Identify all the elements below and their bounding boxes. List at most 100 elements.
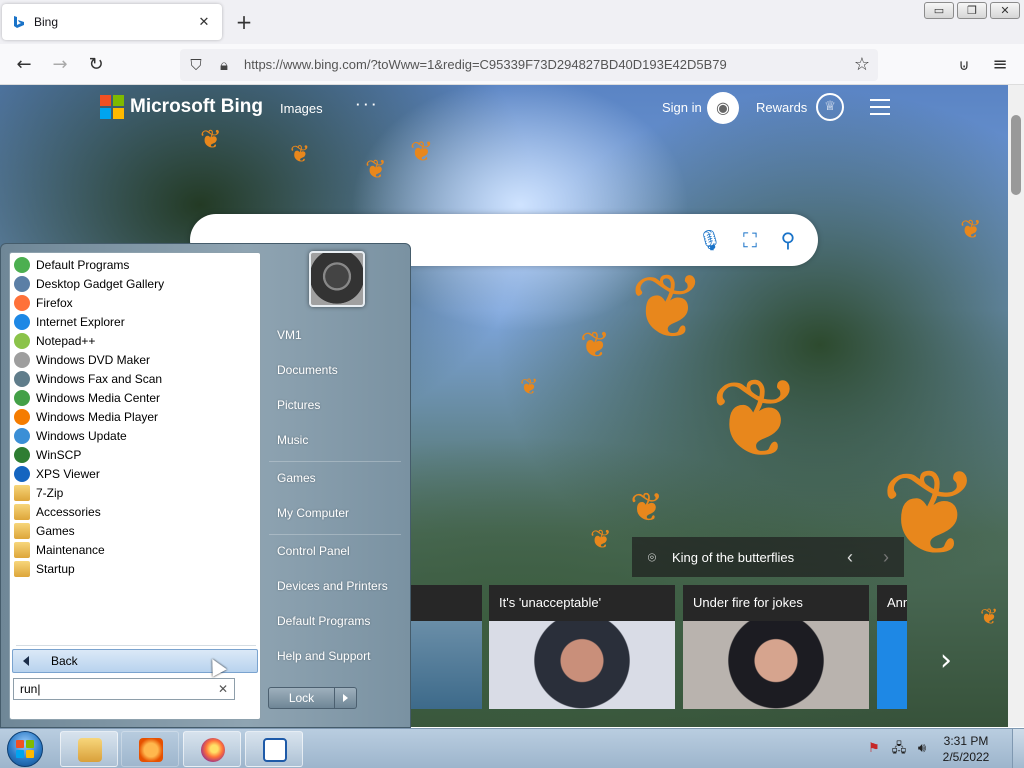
new-tab-button[interactable]: + xyxy=(232,11,256,33)
right-link-user[interactable]: VM1 xyxy=(277,328,302,342)
divider xyxy=(269,461,401,462)
image-caption-bar: ⌾ King of the butterflies ‹ › xyxy=(632,537,904,577)
network-icon[interactable]: 🖧︎ xyxy=(891,741,907,757)
rewards-link[interactable]: Rewards xyxy=(756,100,807,115)
right-link-control-panel[interactable]: Control Panel xyxy=(277,544,350,558)
lock-button[interactable]: Lock xyxy=(268,687,335,709)
image-caption-text[interactable]: King of the butterflies xyxy=(672,550,832,565)
xps-viewer-icon xyxy=(14,465,30,482)
rewards-trophy-icon[interactable]: ♕ xyxy=(816,93,844,121)
microphone-icon[interactable]: 🎙︎ xyxy=(696,226,724,254)
right-link-games[interactable]: Games xyxy=(277,471,316,485)
scrollbar-thumb[interactable] xyxy=(1011,115,1021,195)
right-link-pictures[interactable]: Pictures xyxy=(277,398,320,412)
news-card[interactable]: Ann xyxy=(877,585,907,709)
program-item[interactable]: Default Programs xyxy=(12,255,258,274)
hamburger-menu-icon[interactable] xyxy=(870,99,890,115)
windows-update-icon xyxy=(14,427,30,444)
window-icon xyxy=(263,738,287,762)
taskbar-media-player-button[interactable] xyxy=(121,731,179,767)
visual-search-icon[interactable]: ⛶ xyxy=(736,226,764,254)
search-icon[interactable]: ⚲ xyxy=(774,226,802,254)
microsoft-bing-logo[interactable]: Microsoft Bing xyxy=(100,95,263,119)
user-avatar-icon[interactable]: ◉ xyxy=(707,92,739,124)
start-button[interactable] xyxy=(4,729,46,768)
right-link-default-programs[interactable]: Default Programs xyxy=(277,614,370,628)
gadget-icon xyxy=(14,275,30,292)
program-item[interactable]: Maintenance xyxy=(12,540,258,559)
right-link-my-computer[interactable]: My Computer xyxy=(277,506,349,520)
url-bar[interactable]: ⛉ 🔒︎ https://www.bing.com/?toWww=1&redig… xyxy=(180,49,878,81)
signin-link[interactable]: Sign in xyxy=(662,100,702,115)
news-card[interactable]: Under fire for jokes xyxy=(683,585,869,709)
forward-arrow-icon[interactable]: → xyxy=(48,53,72,77)
location-pin-icon: ⌾ xyxy=(647,548,657,565)
media-player-icon xyxy=(139,738,163,762)
program-item[interactable]: XPS Viewer xyxy=(12,464,258,483)
tab-title: Bing xyxy=(34,15,59,29)
program-item[interactable]: Windows Update xyxy=(12,426,258,445)
start-search-input[interactable]: run| ✕ xyxy=(13,678,235,700)
tab-close-icon[interactable]: ✕ xyxy=(196,15,212,30)
show-desktop-button[interactable] xyxy=(1012,729,1024,768)
reload-icon[interactable]: ↻ xyxy=(84,53,108,77)
shutdown-options-arrow-icon[interactable] xyxy=(335,687,357,709)
menu-icon[interactable]: ≡ xyxy=(988,53,1012,77)
all-programs-pane: Default Programs Desktop Gadget Gallery Fi… xyxy=(9,252,261,720)
taskbar-window-button[interactable] xyxy=(245,731,303,767)
folder-icon xyxy=(14,541,30,558)
clear-search-icon[interactable]: ✕ xyxy=(218,682,228,696)
winscp-icon xyxy=(14,446,30,463)
butterfly-image: ❦ xyxy=(590,525,612,555)
user-picture[interactable] xyxy=(309,251,365,307)
news-card[interactable]: It's 'unacceptable' xyxy=(489,585,675,709)
media-center-icon xyxy=(14,389,30,406)
lock-icon[interactable]: 🔒︎ xyxy=(214,55,234,75)
program-item[interactable]: Windows Fax and Scan xyxy=(12,369,258,388)
clock-time: 3:31 PM xyxy=(943,734,989,748)
program-item[interactable]: Notepad++ xyxy=(12,331,258,350)
clock[interactable]: 3:31 PM 2/5/2022 xyxy=(936,733,996,765)
right-link-documents[interactable]: Documents xyxy=(277,363,338,377)
program-item[interactable]: Accessories xyxy=(12,502,258,521)
close-window-button[interactable]: ✕ xyxy=(990,2,1020,19)
page-scrollbar[interactable] xyxy=(1008,85,1024,727)
right-link-music[interactable]: Music xyxy=(277,433,308,447)
restore-button[interactable]: ❐ xyxy=(957,2,987,19)
news-card[interactable] xyxy=(410,585,482,709)
url-text[interactable]: https://www.bing.com/?toWww=1&redig=C953… xyxy=(244,57,727,72)
program-item[interactable]: Windows DVD Maker xyxy=(12,350,258,369)
caption-prev-icon[interactable]: ‹ xyxy=(832,547,868,568)
pocket-icon[interactable]: ⊍ xyxy=(952,53,976,77)
program-label: Notepad++ xyxy=(36,333,96,348)
tab-bing[interactable]: Bing ✕ xyxy=(2,4,222,40)
program-item[interactable]: Firefox xyxy=(12,293,258,312)
program-list: Default Programs Desktop Gadget Gallery Fi… xyxy=(12,255,258,578)
nav-images-link[interactable]: Images xyxy=(280,101,323,116)
right-link-help-support[interactable]: Help and Support xyxy=(277,649,370,663)
program-item[interactable]: Windows Media Center xyxy=(12,388,258,407)
folder-icon xyxy=(78,738,102,762)
program-item[interactable]: Internet Explorer xyxy=(12,312,258,331)
program-item[interactable]: Games xyxy=(12,521,258,540)
folder-icon xyxy=(14,522,30,539)
volume-icon[interactable]: 🔊︎ xyxy=(914,741,930,757)
taskbar-explorer-button[interactable] xyxy=(60,731,118,767)
search-value[interactable]: run xyxy=(20,682,37,696)
right-link-devices-printers[interactable]: Devices and Printers xyxy=(277,579,388,593)
nav-more-icon[interactable]: · · · xyxy=(356,97,376,112)
program-item[interactable]: Windows Media Player xyxy=(12,407,258,426)
caption-next-icon[interactable]: › xyxy=(868,547,904,568)
action-center-flag-icon[interactable]: ⚑ xyxy=(866,741,882,757)
program-item[interactable]: Desktop Gadget Gallery xyxy=(12,274,258,293)
shield-icon[interactable]: ⛉ xyxy=(186,55,206,75)
taskbar-firefox-button[interactable] xyxy=(183,731,241,767)
bookmark-star-icon[interactable]: ☆ xyxy=(850,53,874,77)
minimize-button[interactable]: ▭ xyxy=(924,2,954,19)
news-next-arrow-icon[interactable]: › xyxy=(928,641,964,681)
program-item[interactable]: 7-Zip xyxy=(12,483,258,502)
back-arrow-icon[interactable]: ← xyxy=(12,53,36,77)
program-item[interactable]: WinSCP xyxy=(12,445,258,464)
program-item[interactable]: Startup xyxy=(12,559,258,578)
news-title: Ann xyxy=(877,585,907,621)
